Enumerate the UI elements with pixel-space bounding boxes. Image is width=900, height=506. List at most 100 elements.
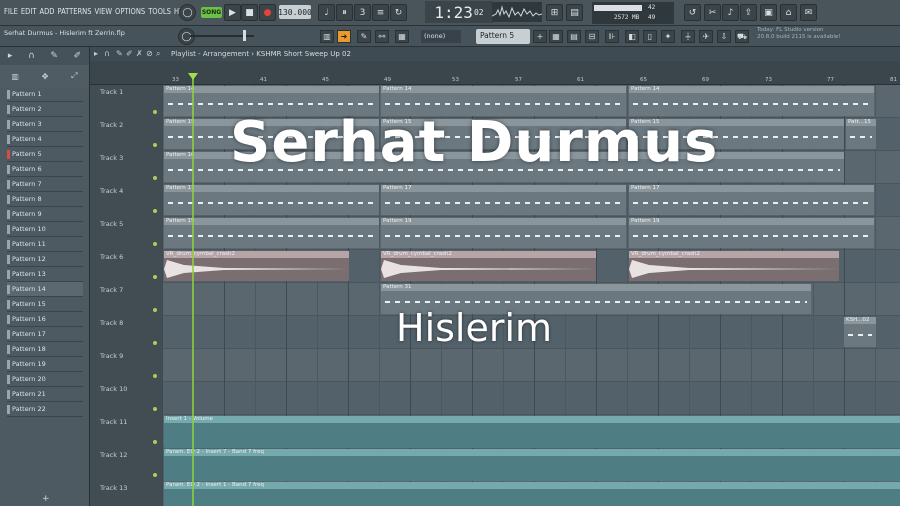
keyboard-icon[interactable]: ▥ (320, 30, 334, 43)
track-mute-led[interactable] (153, 341, 157, 345)
track-name[interactable]: Track 11 (100, 418, 127, 426)
mute-tool-icon[interactable]: ⊘ (146, 49, 153, 58)
mic-icon[interactable]: ♪ (722, 4, 739, 21)
send-icon[interactable]: ✈ (699, 30, 713, 43)
pattern-list-item[interactable]: Pattern 16 (7, 312, 83, 327)
master-volume-handle[interactable] (243, 30, 246, 41)
track-name[interactable]: Track 5 (100, 220, 123, 228)
link-icon[interactable]: ⚯ (375, 30, 389, 43)
add-pattern-icon[interactable]: + (42, 494, 50, 504)
track-mute-led[interactable] (153, 407, 157, 411)
tempo-display[interactable]: 130.000 (278, 5, 312, 19)
menu-edit[interactable]: EDIT (21, 7, 37, 16)
track-mute-led[interactable] (153, 110, 157, 114)
zoom-tool-icon[interactable]: ⌕ (156, 49, 160, 59)
pattern-list-item[interactable]: Pattern 8 (7, 192, 83, 207)
pattern-list-item[interactable]: Pattern 6 (7, 162, 83, 177)
playlist-arrow-icon[interactable]: ▸ (94, 49, 98, 58)
brush-icon[interactable]: ✎ (357, 30, 371, 43)
track-name[interactable]: Track 10 (100, 385, 127, 393)
magnet-icon[interactable]: ∩ (28, 51, 35, 61)
pattern-list-item[interactable]: Pattern 22 (7, 402, 83, 417)
playhead[interactable] (192, 73, 194, 506)
play-button[interactable]: ▶ (224, 4, 241, 21)
cut-icon[interactable]: ✂ (704, 4, 721, 21)
pattern-clip[interactable]: Pattern 19 (629, 218, 874, 248)
move-tab-icon[interactable]: ✥ (42, 72, 49, 81)
menu-patterns[interactable]: PATTERNS (57, 7, 91, 16)
track-mute-led[interactable] (153, 308, 157, 312)
grid-icon[interactable]: ▦ (549, 30, 563, 43)
track-mute-led[interactable] (153, 374, 157, 378)
snap-arrow-icon[interactable]: ➜ (337, 30, 351, 43)
track-name[interactable]: Track 3 (100, 154, 123, 162)
wait-input-icon[interactable]: ⏸ (336, 4, 353, 21)
track-name[interactable]: Track 6 (100, 253, 123, 261)
plus-icon[interactable]: + (533, 30, 547, 43)
timeline-ruler[interactable]: 33 41 45 49 53 57 61 65 69 73 77 81 (90, 61, 900, 85)
export-icon[interactable]: ⇪ (740, 4, 757, 21)
record-button[interactable]: ● (259, 4, 276, 21)
track-lane[interactable] (162, 382, 900, 415)
pencil-icon[interactable]: ✎ (50, 51, 58, 61)
metronome-icon[interactable]: ♩ (318, 4, 335, 21)
pattern-list-item[interactable]: Pattern 3 (7, 117, 83, 132)
track-mute-led[interactable] (153, 275, 157, 279)
channel-rack-icon[interactable]: ⊟ (585, 30, 599, 43)
track-name[interactable]: Track 13 (100, 484, 127, 492)
pattern-list-item[interactable]: Pattern 10 (7, 222, 83, 237)
countdown-icon[interactable]: 3 (354, 4, 371, 21)
mixer-icon[interactable]: ⊞ (546, 4, 563, 21)
pattern-list-item[interactable]: Pattern 14 (7, 282, 83, 297)
piano-icon[interactable]: ▤ (566, 4, 583, 21)
pattern-list-item[interactable]: Pattern 1 (7, 87, 83, 102)
piano-tab-icon[interactable]: ▥ (11, 72, 19, 81)
pattern-list-item[interactable]: Pattern 9 (7, 207, 83, 222)
pattern-list-item[interactable]: Pattern 7 (7, 177, 83, 192)
track-lane[interactable] (162, 349, 900, 382)
blend-recording-icon[interactable]: ≡ (372, 4, 389, 21)
pattern-clip[interactable]: Pattern 19 (381, 218, 626, 248)
curve-tab-icon[interactable]: ⤢ (71, 71, 77, 81)
paint-tool-icon[interactable]: ✐ (126, 49, 133, 58)
automation-clip[interactable]: Insert 1 - Volume (164, 416, 900, 448)
pattern-list-item[interactable]: Pattern 19 (7, 357, 83, 372)
pattern-clip[interactable]: Pattern 17 (381, 185, 626, 215)
menu-file[interactable]: FILE (4, 7, 18, 16)
update-notification[interactable]: Today: FL Studio version 20.8.0 build 21… (757, 27, 867, 46)
audio-clip[interactable]: VR_drum_cymbal_crash2 (629, 251, 839, 281)
track-mute-led[interactable] (153, 440, 157, 444)
pattern-selector[interactable]: Pattern 5 (476, 29, 530, 44)
track-name[interactable]: Track 4 (100, 187, 123, 195)
chat-icon[interactable]: ✉ (800, 4, 817, 21)
pattern-clip[interactable]: Pattern 19 (164, 218, 379, 248)
song-position-display[interactable]: 1:23 02 (425, 1, 493, 23)
browser-icon[interactable]: ⌂ (780, 4, 797, 21)
pattern-clip[interactable]: KSH...02 (844, 317, 876, 347)
pattern-list-item[interactable]: Pattern 20 (7, 372, 83, 387)
draw-tool-icon[interactable]: ✎ (116, 49, 123, 58)
plug-icon[interactable]: ⏚ (681, 30, 695, 43)
pattern-clip[interactable]: Patt...15 (846, 119, 876, 149)
track-mute-led[interactable] (153, 176, 157, 180)
audio-clip[interactable]: VR_drum_cymbal_crash2 (381, 251, 596, 281)
download-icon[interactable]: ⇩ (717, 30, 731, 43)
menu-add[interactable]: ADD (39, 7, 54, 16)
save-icon[interactable]: ▣ (760, 4, 777, 21)
track-name[interactable]: Track 1 (100, 88, 123, 96)
picker-arrow-icon[interactable]: ▸ (8, 51, 13, 61)
automation-clip[interactable]: Param. EQ 2 - Insert 1 - Band 7 freq (164, 482, 900, 506)
pattern-clip[interactable]: Pattern 17 (629, 185, 874, 215)
pat-song-toggle[interactable]: SONG (201, 7, 222, 18)
pattern-list-item[interactable]: Pattern 2 (7, 102, 83, 117)
pattern-list-item[interactable]: Pattern 17 (7, 327, 83, 342)
track-mute-led[interactable] (153, 242, 157, 246)
track-name[interactable]: Track 8 (100, 319, 123, 327)
cart-icon[interactable]: ⛟ (735, 30, 749, 43)
pattern-list-item[interactable]: Pattern 4 (7, 132, 83, 147)
paint-icon[interactable]: ✐ (74, 51, 82, 61)
master-volume-knob-icon[interactable]: ◯ (179, 4, 196, 21)
undo-icon[interactable]: ↺ (684, 4, 701, 21)
track-name[interactable]: Track 2 (100, 121, 123, 129)
plugin-icon[interactable]: ◧ (625, 30, 639, 43)
